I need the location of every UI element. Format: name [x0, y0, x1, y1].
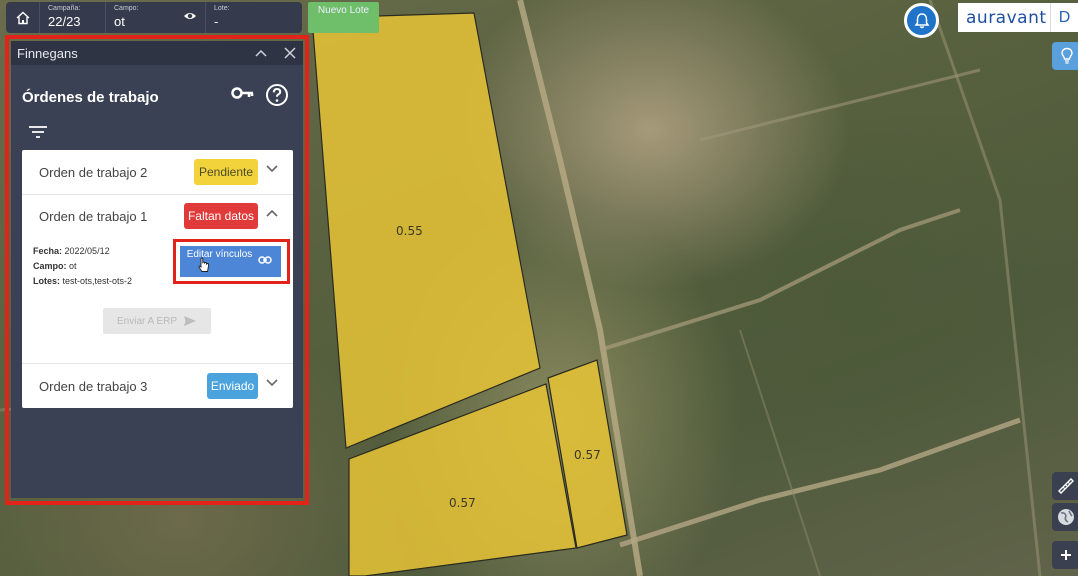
panel-title: Órdenes de trabajo — [22, 89, 159, 106]
measure-button[interactable] — [1052, 472, 1078, 500]
fecha-line: Fecha: 2022/05/12 — [33, 244, 132, 259]
work-order-row[interactable]: Orden de trabajo 3 Enviado — [22, 364, 293, 408]
campo-selector[interactable]: Campo: ot — [106, 2, 206, 33]
campana-label: Campaña: — [48, 5, 81, 12]
campana-value: 22/23 — [48, 14, 81, 29]
status-badge-enviado: Enviado — [207, 373, 258, 399]
chevron-up-icon[interactable] — [266, 209, 278, 217]
work-order-row[interactable]: Orden de trabajo 1 Faltan datos — [22, 194, 293, 238]
eye-icon[interactable] — [183, 11, 197, 21]
work-order-name: Orden de trabajo 1 — [39, 208, 148, 224]
globe-icon — [1058, 509, 1074, 525]
home-button[interactable] — [6, 2, 40, 33]
fecha-label: Fecha: — [33, 246, 63, 256]
key-icon[interactable] — [231, 86, 255, 100]
ruler-icon — [1058, 478, 1074, 494]
lote-value: - — [214, 14, 219, 29]
layers-button[interactable] — [1052, 503, 1078, 531]
filter-icon[interactable] — [28, 125, 48, 139]
lightbulb-button[interactable] — [1052, 42, 1078, 70]
chevron-down-icon[interactable] — [266, 379, 278, 387]
zoom-in-button[interactable] — [1052, 541, 1078, 569]
status-badge-faltan-datos: Faltan datos — [184, 203, 258, 229]
panel-header: Finnegans — [11, 41, 303, 65]
parcel-value-label: 0.57 — [574, 448, 601, 462]
campana-selector[interactable]: Campaña: 22/23 — [40, 2, 106, 33]
finnegans-panel: Finnegans Órdenes de trabajo Orden de tr… — [11, 41, 303, 498]
work-order-details: Fecha: 2022/05/12 Campo: ot Lotes: test-… — [33, 244, 132, 289]
close-icon — [284, 47, 296, 59]
enviar-erp-label: Enviar A ERP — [116, 315, 178, 327]
chevron-up-icon — [255, 49, 267, 57]
lotes-label: Lotes: — [33, 276, 60, 286]
auravant-logo: auravant — [958, 3, 1050, 32]
panel-header-title: Finnegans — [17, 45, 78, 61]
lightbulb-icon — [1061, 47, 1073, 64]
cursor-icon — [198, 257, 209, 272]
user-avatar[interactable]: D — [1050, 3, 1078, 32]
work-orders-list: Orden de trabajo 2 Pendiente Orden de tr… — [22, 150, 293, 408]
send-icon — [184, 316, 197, 326]
close-panel-button[interactable] — [282, 45, 298, 61]
nuevo-lote-button[interactable]: Nuevo Lote — [308, 2, 379, 33]
fecha-value: 2022/05/12 — [64, 246, 110, 256]
chevron-down-icon[interactable] — [266, 165, 278, 173]
bell-icon — [914, 12, 929, 28]
enviar-erp-button[interactable]: Enviar A ERP — [103, 308, 211, 334]
work-order-name: Orden de trabajo 2 — [39, 164, 148, 180]
lote-selector[interactable]: Lote: - — [206, 2, 300, 33]
top-bar: Campaña: 22/23 Campo: ot Lote: - — [6, 2, 302, 33]
plus-icon — [1061, 550, 1071, 560]
campo-detail-label: Campo: — [33, 261, 67, 271]
collapse-panel-button[interactable] — [253, 45, 269, 61]
work-order-name: Orden de trabajo 3 — [39, 378, 148, 394]
parcel-value-label: 0.57 — [449, 496, 476, 510]
lote-label: Lote: — [214, 5, 230, 12]
status-badge-pendiente: Pendiente — [194, 159, 258, 185]
lotes-value: test-ots,test-ots-2 — [62, 276, 133, 286]
help-icon[interactable] — [265, 83, 289, 107]
notifications-button[interactable] — [904, 3, 939, 38]
campo-line: Campo: ot — [33, 259, 132, 274]
work-order-row[interactable]: Orden de trabajo 2 Pendiente — [22, 150, 293, 194]
lotes-line: Lotes: test-ots,test-ots-2 — [33, 274, 132, 289]
parcel-value-label: 0.55 — [396, 224, 423, 238]
link-icon — [258, 256, 272, 264]
campo-detail-value: ot — [69, 261, 77, 271]
home-icon — [16, 11, 29, 24]
